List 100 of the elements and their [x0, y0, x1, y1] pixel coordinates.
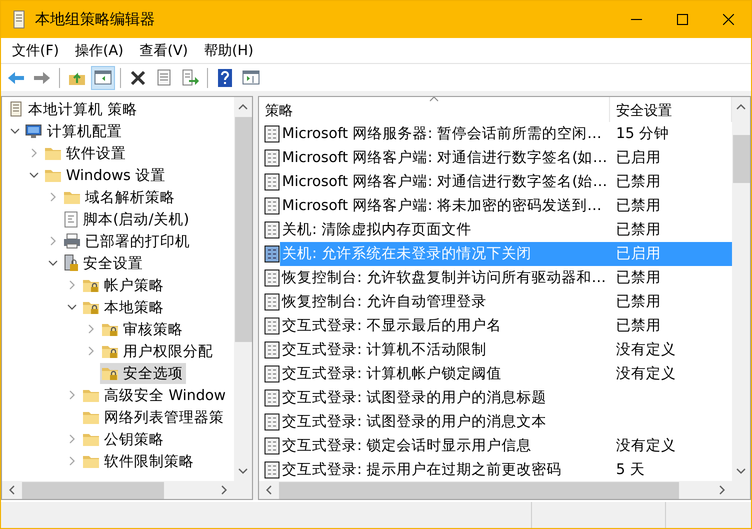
folder-icon: [82, 409, 100, 425]
tree-item[interactable]: 网络列表管理器策: [81, 406, 227, 428]
close-icon: [722, 14, 734, 25]
expanded-chevron-icon[interactable]: [28, 172, 38, 178]
collapsed-chevron-icon[interactable]: [68, 434, 74, 444]
policy-name[interactable]: 恢复控制台: 允许软盘复制并访问所有驱动器和…: [280, 266, 610, 290]
setting-value[interactable]: 5 天: [610, 458, 732, 481]
tree-item[interactable]: 安全设置: [62, 252, 146, 274]
setting-value[interactable]: 没有定义: [610, 362, 732, 386]
policy-name[interactable]: 交互式登录: 试图登录的用户的消息标题: [280, 386, 610, 410]
locked-folder-icon: [82, 277, 100, 293]
policy-icon: [264, 197, 280, 215]
help-icon: [218, 68, 232, 86]
setting-value[interactable]: 已禁用: [610, 290, 732, 314]
computer-icon: [25, 123, 43, 139]
tree-item[interactable]: 本地计算机 策略: [7, 98, 141, 120]
window-title: 本地组策略编辑器: [35, 10, 156, 29]
tree-item[interactable]: Windows 设置: [43, 164, 168, 186]
properties-icon: [156, 69, 172, 86]
scroll-right-icon[interactable]: [221, 485, 227, 495]
expanded-chevron-icon[interactable]: [66, 304, 76, 310]
policy-name[interactable]: 交互式登录: 锁定会话时显示用户信息: [280, 434, 610, 458]
scroll-up-icon[interactable]: [736, 104, 746, 110]
policy-name[interactable]: Microsoft 网络客户端: 对通信进行数字签名(如…: [280, 146, 610, 170]
collapsed-chevron-icon[interactable]: [88, 324, 94, 334]
tree-item[interactable]: 帐户策略: [81, 274, 167, 296]
menu-item[interactable]: 查看(V): [132, 40, 196, 62]
locked-folder-icon: [101, 343, 119, 359]
policy-icon: [264, 365, 280, 383]
back-arrow-icon: [7, 70, 25, 84]
policy-name[interactable]: 交互式登录: 提示用户在过期之前更改密码: [280, 458, 610, 481]
setting-value[interactable]: 已禁用: [610, 314, 732, 338]
collapsed-chevron-icon[interactable]: [68, 390, 74, 400]
policy-name[interactable]: 交互式登录: 不显示最后的用户名: [280, 314, 610, 338]
policy-name[interactable]: 交互式登录: 计算机帐户锁定阈值: [280, 362, 610, 386]
scroll-right-icon[interactable]: [719, 485, 725, 495]
scroll-left-icon[interactable]: [266, 485, 272, 495]
scroll-left-icon[interactable]: [9, 485, 15, 495]
collapsed-chevron-icon[interactable]: [68, 280, 74, 290]
policy-icon: [264, 389, 280, 407]
tree-item[interactable]: 脚本(启动/关机): [62, 208, 192, 230]
tree-item[interactable]: 域名解析策略: [62, 186, 178, 208]
horizontal-scrollbar[interactable]: [259, 481, 732, 499]
vertical-scrollbar[interactable]: [732, 97, 750, 481]
horizontal-scrollbar[interactable]: [2, 481, 234, 499]
tree-item[interactable]: 用户权限分配: [100, 340, 216, 362]
setting-value[interactable]: 没有定义: [610, 434, 732, 458]
setting-value[interactable]: 已禁用: [610, 170, 732, 194]
policy-name[interactable]: Microsoft 网络服务器: 暂停会话前所需的空闲…: [280, 122, 610, 146]
policy-icon: [264, 461, 280, 479]
collapsed-chevron-icon[interactable]: [88, 346, 94, 356]
scroll-down-icon[interactable]: [736, 468, 746, 474]
scroll-thumb[interactable]: [234, 117, 252, 342]
menu-item[interactable]: 操作(A): [66, 40, 132, 62]
policy-name[interactable]: 交互式登录: 试图登录的用户的消息文本: [280, 410, 610, 434]
locked-folder-icon: [101, 365, 119, 381]
tree-item[interactable]: 本地策略: [81, 296, 167, 318]
app-icon: [11, 10, 27, 30]
delete-icon: [130, 70, 146, 86]
collapsed-chevron-icon[interactable]: [68, 456, 74, 466]
setting-value[interactable]: 15 分钟: [610, 122, 732, 146]
policy-name[interactable]: Microsoft 网络客户端: 对通信进行数字签名(始…: [280, 170, 610, 194]
folder-icon: [82, 387, 100, 403]
collapsed-chevron-icon[interactable]: [50, 192, 56, 202]
policy-name[interactable]: 关机: 清除虚拟内存页面文件: [280, 218, 610, 242]
expanded-chevron-icon[interactable]: [10, 128, 20, 134]
folder-icon: [44, 167, 62, 183]
scroll-thumb[interactable]: [22, 482, 164, 498]
tree-item[interactable]: 公钥策略: [81, 428, 167, 450]
setting-value[interactable]: 已禁用: [610, 194, 732, 218]
policy-name[interactable]: 恢复控制台: 允许自动管理登录: [280, 290, 610, 314]
tree-item[interactable]: 软件设置: [43, 142, 129, 164]
scroll-down-icon[interactable]: [238, 468, 248, 474]
action-pane-icon: [242, 70, 260, 85]
policy-icon: [264, 341, 280, 359]
folder-icon: [82, 431, 100, 447]
setting-value[interactable]: 没有定义: [610, 338, 732, 362]
scroll-thumb[interactable]: [279, 482, 679, 498]
menu-item[interactable]: 帮助(H): [196, 40, 262, 62]
vertical-scrollbar[interactable]: [234, 97, 252, 481]
setting-value[interactable]: 已启用: [610, 146, 732, 170]
policy-icon: [264, 293, 280, 311]
expanded-chevron-icon[interactable]: [48, 260, 58, 266]
policy-name[interactable]: 交互式登录: 计算机不活动限制: [280, 338, 610, 362]
setting-value[interactable]: 已禁用: [610, 218, 732, 242]
setting-value[interactable]: 已禁用: [610, 266, 732, 290]
tree-item[interactable]: 安全选项: [100, 362, 186, 384]
export-list-icon: [181, 69, 199, 86]
policy-name[interactable]: Microsoft 网络客户端: 将未加密的密码发送到…: [280, 194, 610, 218]
tree-item[interactable]: 审核策略: [100, 318, 186, 340]
tree-item[interactable]: 计算机配置: [24, 120, 125, 142]
tree-item[interactable]: 软件限制策略: [81, 450, 197, 472]
tree-item[interactable]: 已部署的打印机: [62, 230, 193, 252]
scroll-up-icon[interactable]: [238, 104, 248, 110]
menu-item[interactable]: 文件(F): [4, 40, 67, 62]
locked-folder-icon: [101, 321, 119, 337]
scroll-thumb[interactable]: [732, 135, 750, 183]
collapsed-chevron-icon[interactable]: [50, 236, 56, 246]
collapsed-chevron-icon[interactable]: [30, 148, 36, 158]
tree-item[interactable]: 高级安全 Window: [81, 384, 229, 406]
